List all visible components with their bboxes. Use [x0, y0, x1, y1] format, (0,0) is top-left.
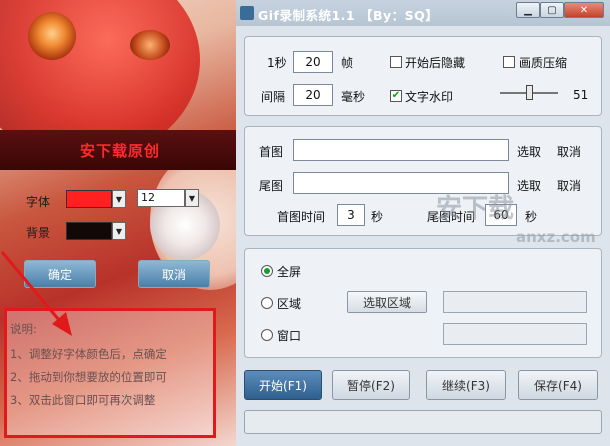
recording-settings-panel: 1秒 20 帧 开始后隐藏 画质压缩 间隔 20 毫秒 ✔ 文字水印 51 — [244, 36, 602, 116]
capture-mode-panel: 全屏 区域 选取区域 窗口 — [244, 248, 602, 358]
last-time-unit: 秒 — [525, 210, 538, 224]
help-line-1: 1、调整好字体颜色后，点确定 — [10, 347, 167, 361]
text-watermark-checkbox[interactable]: ✔ — [390, 90, 402, 102]
bg-color-dropdown-icon[interactable]: ▼ — [112, 222, 126, 240]
first-time-label: 首图时间 — [277, 210, 326, 224]
hide-after-start-checkbox[interactable] — [390, 56, 402, 68]
text-watermark-label: 文字水印 — [405, 90, 454, 104]
watermark-preview-text: 安下载原创 — [79, 141, 160, 160]
font-size-select[interactable]: 12 — [137, 189, 185, 207]
close-icon[interactable]: ✕ — [564, 2, 604, 18]
fps-input[interactable]: 20 — [293, 51, 333, 73]
bg-color-swatch[interactable] — [66, 222, 112, 240]
window-radio[interactable] — [261, 329, 273, 341]
artwork-eye-2 — [130, 30, 170, 60]
first-image-label: 首图 — [259, 145, 284, 159]
last-image-cancel-link[interactable]: 取消 — [557, 177, 581, 194]
last-image-select-link[interactable]: 选取 — [517, 177, 541, 194]
bg-label: 背景 — [26, 226, 51, 240]
quality-compress-label: 画质压缩 — [519, 56, 568, 70]
pause-button[interactable]: 暂停(F2) — [332, 370, 410, 400]
opacity-slider-thumb[interactable] — [526, 85, 533, 100]
image-settings-panel: 首图 选取 取消 尾图 选取 取消 首图时间 3 秒 尾图时间 60 秒 — [244, 126, 602, 236]
font-size-dropdown-icon[interactable]: ▼ — [185, 189, 199, 207]
minimize-icon[interactable]: ▁ — [516, 2, 540, 18]
cancel-button[interactable]: 取消 — [138, 260, 210, 288]
font-color-swatch[interactable] — [66, 190, 112, 208]
font-label: 字体 — [26, 195, 51, 209]
help-line-3: 3、双击此窗口即可再次调整 — [10, 393, 156, 407]
window-title: Gif录制系统1.1 【By：SQ】 — [258, 8, 439, 23]
resume-button[interactable]: 继续(F3) — [426, 370, 506, 400]
help-line-2: 2、拖动到你想要放的位置即可 — [10, 370, 167, 384]
site-watermark-url: anxz.com — [516, 228, 596, 246]
title-bar[interactable]: Gif录制系统1.1 【By：SQ】 ▁ ▢ ✕ — [236, 0, 610, 26]
start-button[interactable]: 开始(F1) — [244, 370, 322, 400]
interval-label: 间隔 — [261, 90, 286, 104]
fullscreen-label: 全屏 — [277, 265, 302, 279]
first-time-input[interactable]: 3 — [337, 204, 365, 226]
slider-value: 51 — [573, 88, 589, 102]
region-coords-field — [443, 291, 587, 313]
progress-bar — [244, 410, 602, 434]
window-label: 窗口 — [277, 329, 302, 343]
quality-compress-checkbox[interactable] — [503, 56, 515, 68]
site-watermark: 安下载 — [436, 194, 515, 224]
hide-after-start-label: 开始后隐藏 — [405, 56, 466, 70]
region-label: 区域 — [277, 297, 302, 311]
gif-recorder-window: Gif录制系统1.1 【By：SQ】 ▁ ▢ ✕ 1秒 20 帧 开始后隐藏 画… — [236, 0, 610, 446]
first-time-unit: 秒 — [371, 210, 384, 224]
app-icon — [240, 6, 254, 20]
frames-unit: 帧 — [341, 56, 354, 70]
watermark-preview-bar[interactable]: 安下载原创 — [0, 130, 240, 170]
artwork-eye — [28, 12, 76, 60]
per-second-label: 1秒 — [267, 56, 287, 70]
interval-input[interactable]: 20 — [293, 84, 333, 106]
first-image-select-link[interactable]: 选取 — [517, 143, 541, 160]
last-image-label: 尾图 — [259, 179, 284, 193]
select-region-button[interactable]: 选取区域 — [347, 291, 427, 313]
ms-unit: 毫秒 — [341, 90, 366, 104]
fullscreen-radio[interactable] — [261, 265, 273, 277]
maximize-icon[interactable]: ▢ — [540, 2, 564, 18]
first-image-cancel-link[interactable]: 取消 — [557, 143, 581, 160]
save-button[interactable]: 保存(F4) — [518, 370, 598, 400]
window-name-field — [443, 323, 587, 345]
font-color-dropdown-icon[interactable]: ▼ — [112, 190, 126, 208]
annotation-arrow — [0, 251, 72, 336]
region-radio[interactable] — [261, 297, 273, 309]
first-image-path-input[interactable] — [293, 139, 509, 161]
